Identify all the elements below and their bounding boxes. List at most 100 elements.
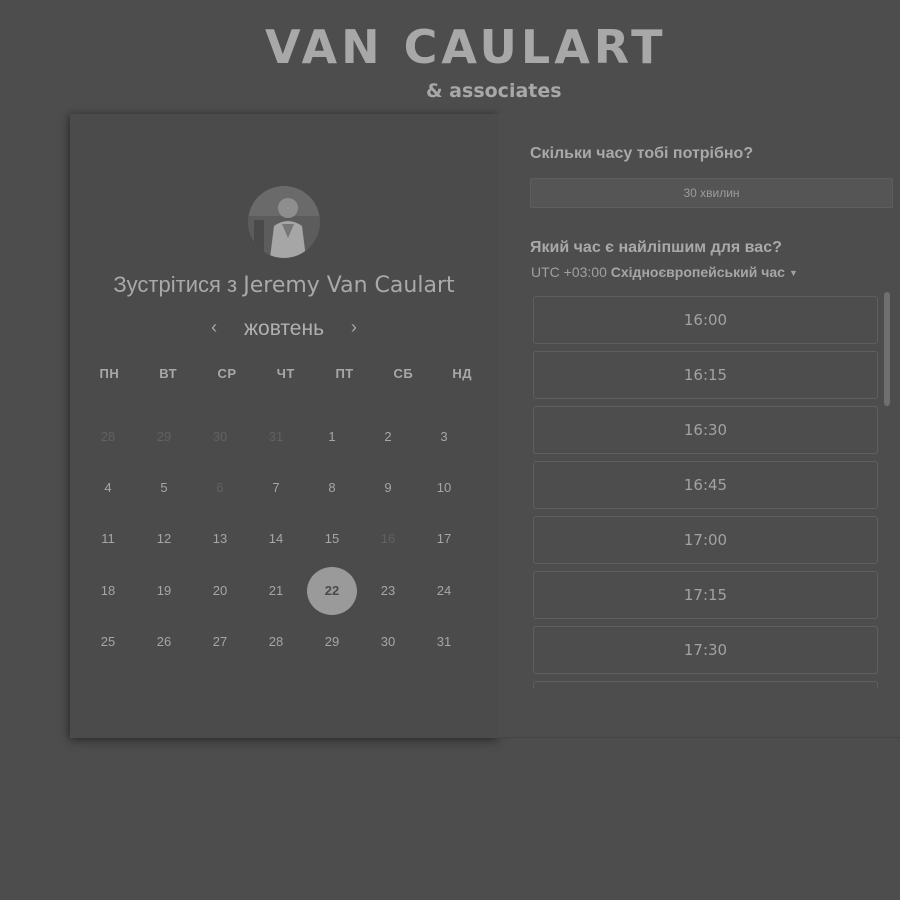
chevron-down-icon: ▼ [788, 268, 798, 278]
calendar-day-number: 6 [216, 480, 224, 496]
duration-question: Скільки часу тобі потрібно? [530, 145, 754, 162]
weekday-label: ЧТ [276, 366, 295, 381]
calendar-day-number: 31 [436, 634, 452, 650]
calendar-day-number: 7 [272, 480, 280, 496]
month-navigation: ‹ жовтень › [70, 317, 498, 341]
calendar-day-selected[interactable]: 22 [304, 566, 360, 615]
calendar-day[interactable]: 15 [304, 515, 360, 563]
time-slot-button[interactable]: 16:45 [533, 461, 878, 509]
calendar-week-row: 18 19 20 21 22 23 24 [80, 565, 492, 616]
host-avatar [248, 186, 320, 258]
next-month-icon[interactable]: › [342, 317, 366, 338]
calendar-day-number: 18 [100, 582, 116, 598]
calendar-day-number: 30 [212, 428, 228, 444]
weekday-label: СР [217, 366, 237, 381]
calendar-day[interactable]: 5 [136, 464, 192, 512]
calendar-day[interactable]: 13 [192, 515, 248, 563]
calendar-day[interactable]: 18 [80, 567, 136, 615]
calendar-day-number: 9 [384, 480, 392, 496]
calendar-day[interactable]: 7 [248, 464, 304, 512]
calendar-day-number: 4 [104, 480, 112, 496]
time-slot-button[interactable]: 17:15 [533, 571, 878, 619]
calendar-day-number: 26 [156, 634, 172, 650]
calendar-day[interactable]: 28 [248, 618, 304, 666]
calendar-day[interactable]: 12 [136, 515, 192, 563]
weekday-label: ПТ [335, 366, 354, 381]
calendar-day[interactable]: 24 [416, 567, 472, 615]
calendar-day[interactable]: 26 [136, 618, 192, 666]
calendar-day: 31 [248, 413, 304, 461]
weekday-label: СБ [393, 366, 414, 381]
calendar-day[interactable]: 11 [80, 515, 136, 563]
calendar-panel: Зустрітися з Jeremy Van Caulart ‹ жовтен… [70, 114, 498, 738]
calendar-day: 28 [80, 413, 136, 461]
slot-list-scrollbar[interactable] [884, 292, 890, 406]
calendar-week-row: 4 5 6 7 8 9 10 [80, 462, 492, 513]
calendar-day-number: 23 [380, 582, 396, 598]
weekday-label: НД [452, 366, 472, 381]
calendar-day[interactable]: 3 [416, 413, 472, 461]
duration-select[interactable]: 30 хвилин [530, 178, 893, 208]
calendar-day[interactable]: 27 [192, 618, 248, 666]
calendar-day-number: 24 [436, 582, 452, 598]
calendar-day[interactable]: 20 [192, 567, 248, 615]
time-slot-button[interactable]: 16:30 [533, 406, 878, 454]
time-question: Який час є найліпшим для вас? [530, 239, 782, 256]
calendar-day-number: 1 [328, 428, 336, 444]
time-selection-panel: Скільки часу тобі потрібно? 30 хвилин Як… [498, 114, 900, 738]
calendar-day-number: 16 [380, 531, 396, 547]
calendar-day[interactable]: 2 [360, 413, 416, 461]
meeting-title-prefix: Зустрітися з [113, 272, 238, 297]
calendar-day-number: 20 [212, 582, 228, 598]
time-slot-button[interactable]: 17:00 [533, 516, 878, 564]
calendar-day-number: 29 [324, 634, 340, 650]
calendar-week-row: 28 29 30 31 1 2 3 [80, 411, 492, 462]
calendar-day: 16 [360, 515, 416, 563]
calendar-day[interactable]: 9 [360, 464, 416, 512]
weekday-label: ВТ [159, 366, 178, 381]
calendar-day[interactable]: 21 [248, 567, 304, 615]
calendar-day-number: 19 [156, 582, 172, 598]
calendar-weeks: 28 29 30 31 1 2 3 4 5 6 7 8 9 10 11 12 13 14 15 16 17 18 19 20 2… [80, 411, 492, 668]
calendar-day-number: 17 [436, 531, 452, 547]
calendar-day[interactable]: 25 [80, 618, 136, 666]
calendar-day[interactable]: 31 [416, 618, 472, 666]
calendar-day-number: 3 [440, 428, 448, 444]
calendar-day[interactable]: 19 [136, 567, 192, 615]
time-slot-button[interactable]: 17:30 [533, 626, 878, 674]
calendar-day[interactable]: 29 [304, 618, 360, 666]
month-label: жовтень [243, 317, 325, 340]
prev-month-icon[interactable]: ‹ [202, 317, 226, 338]
calendar-day-number: 10 [436, 480, 452, 496]
time-slot-button[interactable]: 16:15 [533, 351, 878, 399]
timezone-selector[interactable]: UTC +03:00 Східноєвропейський час ▼ [531, 264, 798, 280]
calendar-day-number: 12 [156, 531, 172, 547]
calendar-day: 6 [192, 464, 248, 512]
time-slot-button[interactable]: 16:00 [533, 296, 878, 344]
calendar-day-number: 2 [384, 428, 392, 444]
calendar-day-number: 5 [160, 480, 168, 496]
calendar-day[interactable]: 23 [360, 567, 416, 615]
time-slot-button[interactable] [533, 681, 878, 688]
calendar-day-number: 28 [100, 428, 116, 444]
calendar-day[interactable]: 14 [248, 515, 304, 563]
weekday-header-row: ПН ВТ СР ЧТ ПТ СБ НД [80, 366, 492, 381]
calendar-day-number: 30 [380, 634, 396, 650]
timezone-offset: UTC +03:00 [531, 264, 607, 280]
calendar-day[interactable]: 10 [416, 464, 472, 512]
calendar-day-number: 31 [268, 428, 284, 444]
booking-page: VAN CAULART & associates Зустрітися з Je… [0, 0, 900, 900]
calendar-day[interactable]: 8 [304, 464, 360, 512]
calendar-day-number: 27 [212, 634, 228, 650]
calendar-day-number: 21 [268, 582, 284, 598]
calendar-grid: ПН ВТ СР ЧТ ПТ СБ НД 28 29 30 31 1 2 3 4 5 6 7 8 9 10 11 12 13… [80, 366, 492, 668]
calendar-day[interactable]: 17 [416, 515, 472, 563]
calendar-day-number: 22 [307, 566, 357, 615]
time-slot-list: 16:00 16:15 16:30 16:45 17:00 17:15 17:30 [533, 296, 878, 688]
meeting-title: Зустрітися з Jeremy Van Caulart [70, 272, 498, 298]
calendar-day[interactable]: 1 [304, 413, 360, 461]
calendar-day[interactable]: 30 [360, 618, 416, 666]
calendar-day-number: 28 [268, 634, 284, 650]
calendar-day[interactable]: 4 [80, 464, 136, 512]
host-name: Jeremy Van Caulart [243, 273, 455, 298]
